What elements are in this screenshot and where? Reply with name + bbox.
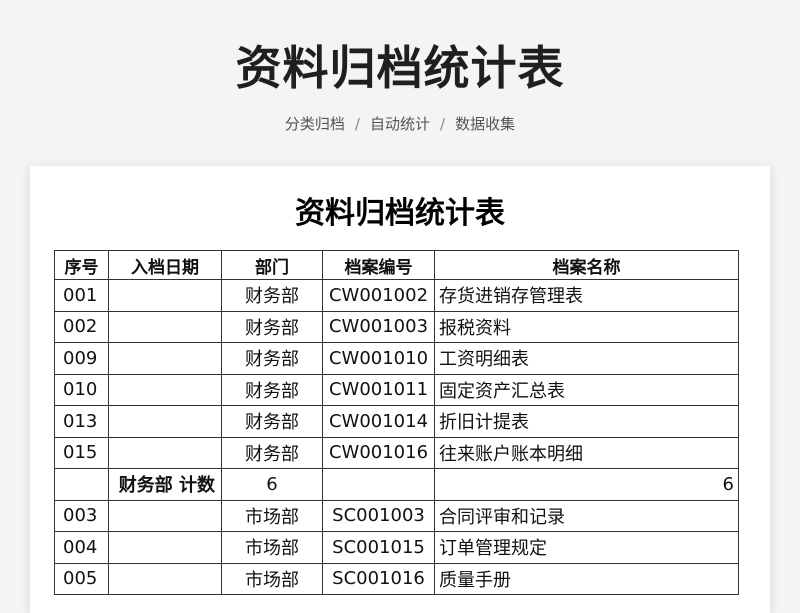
table-row: 001 财务部 CW001002 存货进销存管理表: [54, 279, 739, 312]
cell-code: CW001016: [322, 436, 435, 469]
cell-dept: 财务部: [221, 436, 323, 469]
cell-date: [108, 405, 222, 438]
cell-seq: 003: [54, 499, 109, 532]
cell-code: CW001002: [322, 279, 435, 312]
cell-seq: 010: [54, 373, 109, 406]
column-header-dept: 部门: [221, 250, 323, 280]
cell-seq: 002: [54, 310, 109, 343]
archive-table: 序号 入档日期 部门 档案编号 档案名称 001 财务部 CW001002 存货…: [54, 250, 739, 595]
subtotal-label: 财务部 计数: [108, 468, 222, 501]
tag-item: 自动统计: [369, 115, 430, 133]
table-row: 004 市场部 SC001015 订单管理规定: [54, 531, 739, 564]
cell-name: 报税资料: [434, 310, 739, 343]
cell-date: [108, 310, 222, 343]
table-row: 013 财务部 CW001014 折旧计提表: [54, 405, 739, 438]
cell-name: 往来账户账本明细: [434, 436, 739, 469]
cell-date: [108, 342, 222, 375]
table-header-row: 序号 入档日期 部门 档案编号 档案名称: [54, 250, 739, 280]
cell-date: [108, 436, 222, 469]
cell-date: [108, 279, 222, 312]
cell-name: 合同评审和记录: [434, 499, 739, 532]
table-row: 005 市场部 SC001016 质量手册: [54, 562, 739, 595]
table-row: 009 财务部 CW001010 工资明细表: [54, 342, 739, 375]
cell-date: [108, 562, 222, 595]
cell-empty: [322, 468, 435, 501]
cell-name: 存货进销存管理表: [434, 279, 739, 312]
sheet-title: 资料归档统计表: [295, 196, 505, 231]
cell-code: CW001014: [322, 405, 435, 438]
cell-dept: 财务部: [221, 279, 323, 312]
column-header-name: 档案名称: [434, 250, 739, 280]
cell-seq: 013: [54, 405, 109, 438]
subtotal-row: 财务部 计数 6 6: [54, 468, 739, 501]
cell-dept: 财务部: [221, 405, 323, 438]
cell-dept: 财务部: [221, 310, 323, 343]
cell-dept: 财务部: [221, 373, 323, 406]
cell-name: 工资明细表: [434, 342, 739, 375]
subtotal-count: 6: [221, 468, 323, 501]
cell-name: 质量手册: [434, 562, 739, 595]
cell-code: SC001003: [322, 499, 435, 532]
cell-name: 订单管理规定: [434, 531, 739, 564]
column-header-seq: 序号: [54, 250, 109, 280]
cell-seq: 004: [54, 531, 109, 564]
cell-name: 固定资产汇总表: [434, 373, 739, 406]
cell-empty: [54, 468, 109, 501]
subtotal-right-value: 6: [434, 468, 739, 501]
cell-code: SC001015: [322, 531, 435, 564]
cell-code: SC001016: [322, 562, 435, 595]
cell-code: CW001003: [322, 310, 435, 343]
cell-dept: 市场部: [221, 531, 323, 564]
cell-seq: 015: [54, 436, 109, 469]
column-header-date: 入档日期: [108, 250, 222, 280]
cell-dept: 市场部: [221, 562, 323, 595]
cell-seq: 001: [54, 279, 109, 312]
tag-item: 数据收集: [455, 115, 516, 133]
cell-name: 折旧计提表: [434, 405, 739, 438]
cell-dept: 财务部: [221, 342, 323, 375]
page-title: 资料归档统计表: [235, 41, 565, 95]
cell-date: [108, 531, 222, 564]
cell-date: [108, 373, 222, 406]
column-header-code: 档案编号: [322, 250, 435, 280]
spreadsheet-preview-card: 资料归档统计表 序号 入档日期 部门 档案编号 档案名称 001 财务部 CW0…: [30, 166, 770, 613]
table-row: 010 财务部 CW001011 固定资产汇总表: [54, 373, 739, 406]
cell-code: CW001010: [322, 342, 435, 375]
table-row: 003 市场部 SC001003 合同评审和记录: [54, 499, 739, 532]
cell-date: [108, 499, 222, 532]
tag-separator: /: [354, 115, 360, 133]
table-body: 001 财务部 CW001002 存货进销存管理表 002 财务部 CW0010…: [54, 279, 739, 595]
tag-separator: /: [440, 115, 446, 133]
cell-seq: 005: [54, 562, 109, 595]
tag-item: 分类归档: [284, 115, 345, 133]
cell-code: CW001011: [322, 373, 435, 406]
table-row: 015 财务部 CW001016 往来账户账本明细: [54, 436, 739, 469]
tag-list: 分类归档 / 自动统计 / 数据收集: [0, 113, 800, 135]
cell-dept: 市场部: [221, 499, 323, 532]
table-row: 002 财务部 CW001003 报税资料: [54, 310, 739, 343]
cell-seq: 009: [54, 342, 109, 375]
